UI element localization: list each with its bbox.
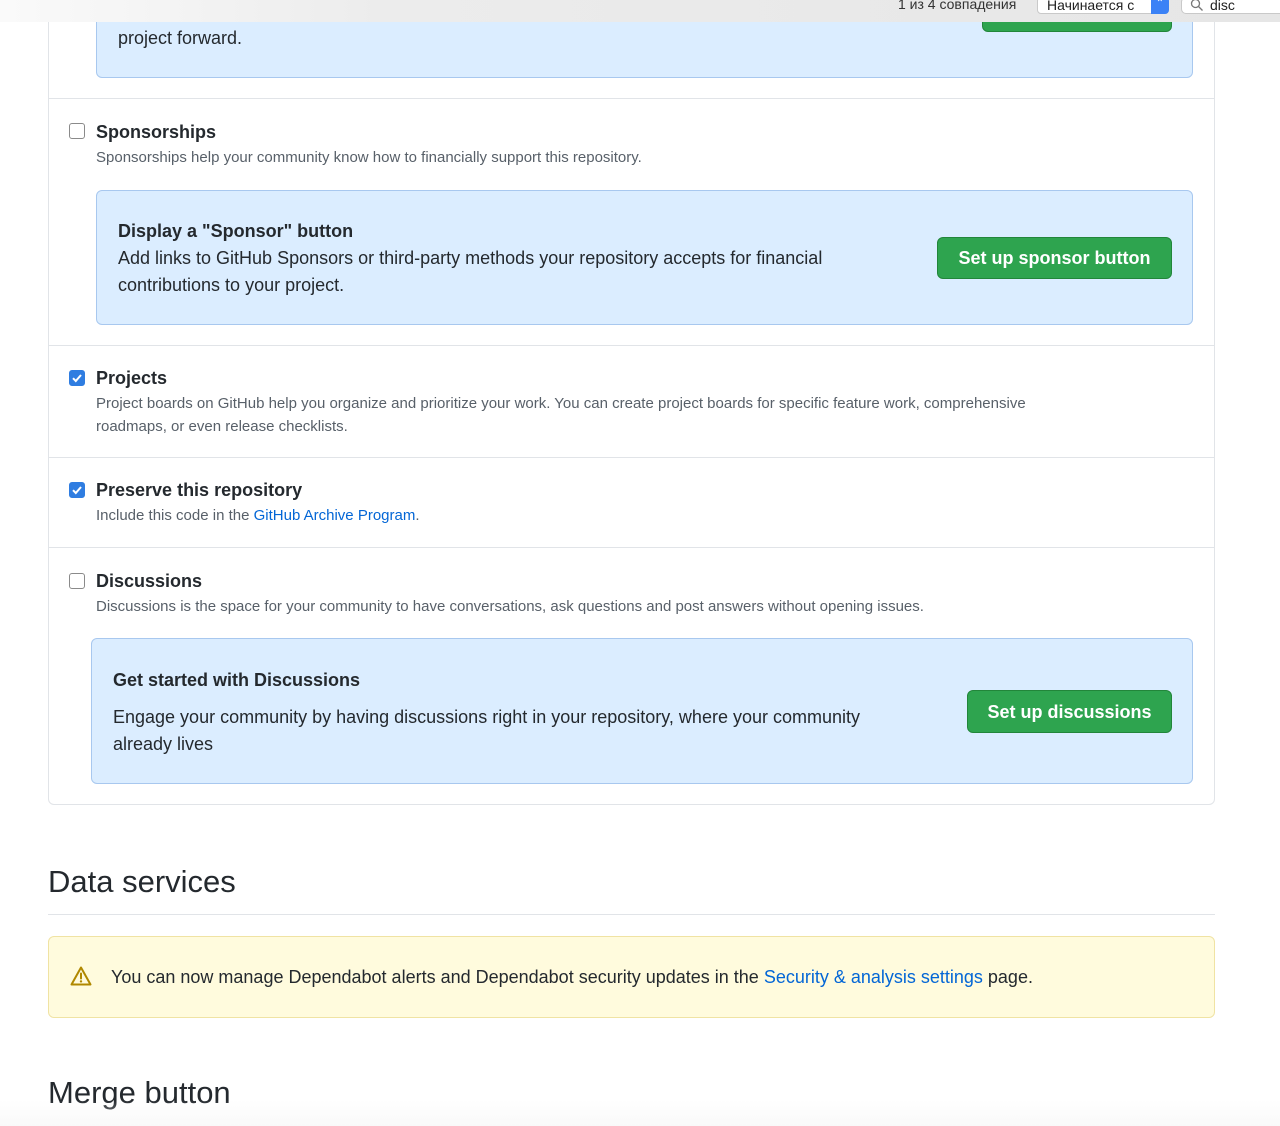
discussions-description: Discussions is the space for your commun…: [96, 598, 924, 615]
warning-prefix: You can now manage Dependabot alerts and…: [111, 967, 764, 987]
bottom-fade: [0, 1100, 1280, 1126]
sponsorships-description: Sponsorships help your community know ho…: [96, 149, 642, 166]
sponsor-callout: Display a "Sponsor" button Add links to …: [96, 190, 1193, 325]
sponsor-callout-title: Display a "Sponsor" button: [118, 221, 354, 241]
projects-title: Projects: [96, 368, 168, 388]
discussions-callout: Get started with Discussions Engage your…: [91, 638, 1193, 784]
sponsorships-title: Sponsorships: [96, 122, 217, 142]
find-query: disc: [1210, 0, 1235, 13]
alert-icon: [70, 966, 92, 986]
preserve-description-suffix: .: [415, 507, 420, 524]
discussions-title: Discussions: [96, 571, 203, 591]
set-up-sponsor-button[interactable]: Set up sponsor button: [937, 237, 1172, 279]
find-mode-select[interactable]: Начинается с ⌃: [1037, 0, 1169, 14]
security-analysis-settings-link[interactable]: Security & analysis settings: [764, 967, 983, 987]
checkmark-icon: [72, 486, 82, 495]
find-mode-label: Начинается с: [1047, 0, 1135, 13]
preserve-description: Include this code in the GitHub Archive …: [96, 504, 420, 527]
preserve-title: Preserve this repository: [96, 480, 303, 500]
projects-checkbox[interactable]: [69, 370, 85, 386]
search-icon: [1190, 0, 1203, 11]
checkmark-icon: [72, 374, 82, 383]
dependabot-warning: You can now manage Dependabot alerts and…: [48, 936, 1215, 1018]
sponsor-callout-line1: Add links to GitHub Sponsors or third-pa…: [118, 248, 823, 268]
set-up-discussions-button[interactable]: Set up discussions: [967, 690, 1172, 733]
top-callout-text: project forward.: [118, 28, 243, 48]
sponsor-callout-line2: contributions to your project.: [118, 275, 345, 295]
section-divider: [48, 914, 1215, 915]
preserve-checkbox[interactable]: [69, 482, 85, 498]
find-search-input[interactable]: disc: [1181, 0, 1280, 14]
dependabot-warning-text: You can now manage Dependabot alerts and…: [111, 967, 1033, 988]
find-bar: 1 из 4 совпадения Начинается с ⌃ disc: [0, 0, 1280, 22]
projects-description-line1: Project boards on GitHub help you organi…: [96, 395, 1026, 412]
discussions-checkbox[interactable]: [69, 573, 85, 589]
divider: [48, 98, 1215, 99]
find-match-count: 1 из 4 совпадения: [898, 0, 1017, 12]
discussions-callout-line2: already lives: [113, 734, 214, 754]
warning-suffix: page.: [982, 967, 1033, 987]
chevron-updown-icon: ⌃: [1151, 0, 1169, 14]
discussions-callout-line1: Engage your community by having discussi…: [113, 707, 860, 727]
divider: [48, 547, 1215, 548]
divider: [48, 345, 1215, 346]
preserve-description-prefix: Include this code in the: [96, 507, 254, 524]
projects-description-line2: roadmaps, or even release checklists.: [96, 418, 348, 435]
divider: [48, 457, 1215, 458]
sponsorships-checkbox[interactable]: [69, 123, 85, 139]
discussions-callout-title: Get started with Discussions: [113, 670, 361, 690]
github-archive-program-link[interactable]: GitHub Archive Program: [254, 507, 416, 524]
data-services-heading: Data services: [48, 864, 236, 899]
